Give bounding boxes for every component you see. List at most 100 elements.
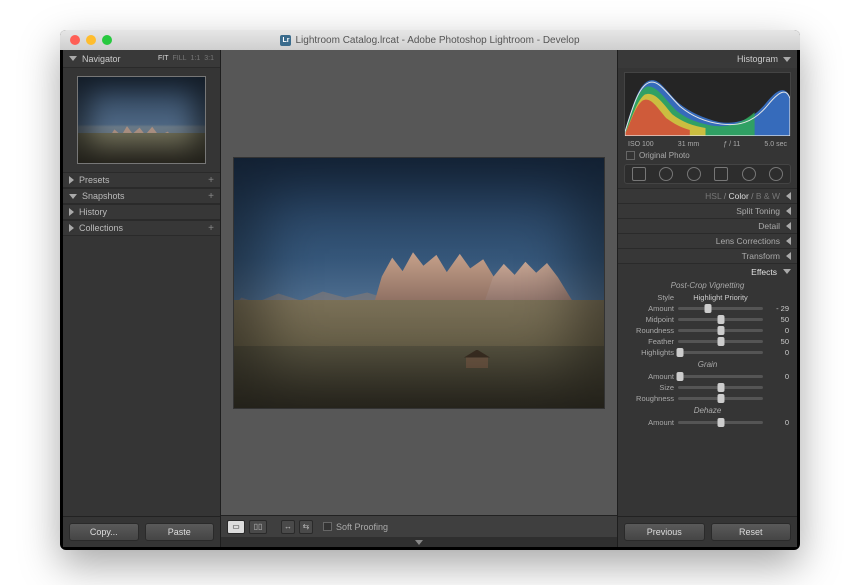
grain-slider-size[interactable]: Size [618, 382, 797, 393]
vignette-slider-roundness[interactable]: Roundness0 [618, 325, 797, 336]
swap-button[interactable]: ↔ [281, 520, 295, 534]
window-title: Lightroom Catalog.lrcat - Adobe Photosho… [60, 35, 800, 46]
dehaze-subhead: Dehaze [618, 404, 797, 417]
slider-track[interactable] [678, 397, 763, 400]
bw-tab[interactable]: B & W [756, 191, 780, 201]
chevron-left-icon [786, 192, 791, 200]
slider-track[interactable] [678, 340, 763, 343]
slider-knob[interactable] [676, 348, 683, 357]
slider-knob[interactable] [704, 304, 711, 313]
nav-mode-31[interactable]: 3:1 [204, 55, 214, 62]
radial-filter-tool[interactable] [742, 167, 756, 181]
crop-tool[interactable] [632, 167, 646, 181]
slider-value: - 29 [767, 304, 789, 313]
chevron-down-icon [783, 269, 791, 274]
style-label: Style [626, 293, 674, 302]
presets-section[interactable]: Presets + [63, 172, 220, 188]
add-preset-icon[interactable]: + [208, 175, 214, 186]
loupe-view-button[interactable]: ▭ [227, 520, 245, 534]
exif-aperture: ƒ / 11 [723, 141, 740, 148]
center-toolbar: ▭ ▯▯ ↔ ⇆ Soft Proofing [221, 515, 617, 537]
slider-knob[interactable] [717, 315, 724, 324]
transform-panel[interactable]: Transform [618, 248, 797, 263]
slider-track[interactable] [678, 329, 763, 332]
history-section[interactable]: History [63, 204, 220, 220]
slider-knob[interactable] [717, 337, 724, 346]
image-canvas[interactable] [221, 50, 617, 515]
presets-label: Presets [79, 175, 110, 185]
brush-tool[interactable] [769, 167, 783, 181]
style-value: Highlight Priority [678, 293, 763, 302]
vignette-slider-highlights[interactable]: Highlights0 [618, 347, 797, 358]
split-toning-panel[interactable]: Split Toning [618, 203, 797, 218]
add-snapshot-icon[interactable]: + [208, 191, 214, 202]
snapshots-section[interactable]: Snapshots + [63, 188, 220, 204]
navigator-modes: FIT FILL 1:1 3:1 [158, 55, 214, 62]
slider-track[interactable] [678, 421, 763, 424]
spot-tool[interactable] [659, 167, 673, 181]
history-label: History [79, 207, 107, 217]
previous-button[interactable]: Previous [624, 523, 705, 541]
exif-focal: 31 mm [678, 141, 699, 148]
copy-settings-button[interactable]: ⇆ [299, 520, 313, 534]
app-window: Lightroom Catalog.lrcat - Adobe Photosho… [60, 30, 800, 550]
navigator-thumbnail[interactable] [77, 76, 206, 164]
checkbox-icon [626, 151, 635, 160]
before-after-button[interactable]: ▯▯ [249, 520, 267, 534]
nav-mode-11[interactable]: 1:1 [191, 55, 201, 62]
slider-track[interactable] [678, 318, 763, 321]
slider-value: 0 [767, 326, 789, 335]
detail-panel[interactable]: Detail [618, 218, 797, 233]
add-collection-icon[interactable]: + [208, 223, 214, 234]
chevron-left-icon [786, 222, 791, 230]
slider-value: 0 [767, 348, 789, 357]
histogram-display[interactable] [624, 72, 791, 136]
original-photo-toggle[interactable]: Original Photo [618, 149, 797, 162]
slider-knob[interactable] [717, 326, 724, 335]
nav-mode-fit[interactable]: FIT [158, 55, 169, 62]
slider-knob[interactable] [717, 394, 724, 403]
navigator-header[interactable]: Navigator FIT FILL 1:1 3:1 [63, 50, 220, 68]
vignette-style-row[interactable]: Style Highlight Priority [618, 292, 797, 303]
dehaze-slider-amount[interactable]: Amount0 [618, 417, 797, 428]
effects-header[interactable]: Effects [618, 264, 797, 279]
left-footer: Copy... Paste [63, 516, 220, 547]
paste-button[interactable]: Paste [145, 523, 215, 541]
slider-knob[interactable] [717, 418, 724, 427]
slider-value: 0 [767, 418, 789, 427]
slider-label: Roughness [626, 394, 674, 403]
right-footer: Previous Reset [618, 516, 797, 547]
vignette-slider-midpoint[interactable]: Midpoint50 [618, 314, 797, 325]
vignette-slider-feather[interactable]: Feather50 [618, 336, 797, 347]
chevron-down-icon [783, 57, 791, 62]
copy-button[interactable]: Copy... [69, 523, 139, 541]
lens-corrections-panel[interactable]: Lens Corrections [618, 233, 797, 248]
slider-track[interactable] [678, 375, 763, 378]
exif-iso: ISO 100 [628, 141, 654, 148]
slider-track[interactable] [678, 307, 763, 310]
grain-slider-roughness[interactable]: Roughness [618, 393, 797, 404]
nav-mode-fill[interactable]: FILL [173, 55, 187, 62]
grain-slider-amount[interactable]: Amount0 [618, 371, 797, 382]
hsl-tab[interactable]: HSL [705, 191, 721, 201]
filmstrip-toggle[interactable] [221, 537, 617, 547]
color-tab[interactable]: Color [729, 191, 749, 201]
exif-shutter: 5.0 sec [764, 141, 787, 148]
collections-section[interactable]: Collections + [63, 220, 220, 236]
vignette-slider-amount[interactable]: Amount- 29 [618, 303, 797, 314]
soft-proofing-toggle[interactable]: Soft Proofing [323, 522, 388, 532]
slider-label: Amount [626, 372, 674, 381]
collections-label: Collections [79, 223, 123, 233]
slider-knob[interactable] [717, 383, 724, 392]
slider-knob[interactable] [676, 372, 683, 381]
slider-track[interactable] [678, 386, 763, 389]
histogram-title: Histogram [737, 54, 778, 64]
slider-track[interactable] [678, 351, 763, 354]
reset-button[interactable]: Reset [711, 523, 792, 541]
histogram-header[interactable]: Histogram [618, 50, 797, 68]
chevron-down-icon [69, 56, 77, 61]
grad-filter-tool[interactable] [714, 167, 728, 181]
chevron-right-icon [69, 176, 74, 184]
hsl-panel[interactable]: HSL / Color / B & W [618, 188, 797, 203]
redeye-tool[interactable] [687, 167, 701, 181]
